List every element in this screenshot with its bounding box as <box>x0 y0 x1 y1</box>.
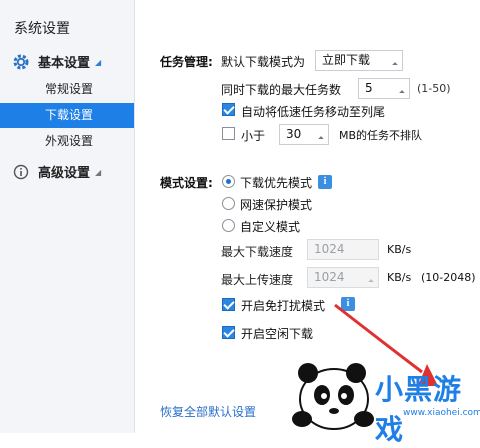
mode-radio-speed-protect[interactable] <box>222 197 235 210</box>
watermark-url: www.xiaohei.com <box>403 408 480 418</box>
sidebar-group-label: 基本设置 <box>38 56 91 71</box>
max-tasks-select[interactable]: 5 <box>358 78 410 99</box>
sidebar-title: 系统设置 <box>14 21 70 37</box>
sidebar-group-basic[interactable]: 基本设置 ◢ <box>12 52 101 71</box>
no-disturb-label: 开启免打扰模式 <box>241 299 326 313</box>
mode-radio-download-priority[interactable] <box>222 175 235 188</box>
mode-radio-custom[interactable] <box>222 219 235 232</box>
sidebar-item-download[interactable]: 下载设置 <box>0 103 134 128</box>
mode-label-speed-protect: 网速保护模式 <box>240 198 313 212</box>
max-tasks-range: (1-50) <box>417 82 451 95</box>
less-than-suffix: MB的任务不排队 <box>339 129 423 142</box>
sidebar-item-general[interactable]: 常规设置 <box>0 77 134 102</box>
max-download-label: 最大下载速度 <box>221 245 294 259</box>
idle-download-checkbox[interactable] <box>222 326 235 339</box>
auto-move-checkbox[interactable] <box>222 103 235 116</box>
panda-mascot-icon <box>292 363 374 430</box>
default-mode-label: 默认下载模式为 <box>221 55 306 69</box>
mode-section-label: 模式设置: <box>160 176 213 190</box>
max-tasks-value: 5 <box>365 81 373 95</box>
max-download-unit: KB/s <box>387 243 412 256</box>
max-upload-range: (10-2048) <box>421 271 476 284</box>
auto-move-label: 自动将低速任务移动至列尾 <box>241 105 386 119</box>
max-upload-label: 最大上传速度 <box>221 273 294 287</box>
max-upload-select[interactable]: 1024 <box>307 267 379 288</box>
default-mode-select[interactable]: 立即下载 <box>315 50 403 71</box>
dropdown-caret-icon <box>318 136 324 142</box>
info-circle-icon <box>12 163 30 181</box>
less-than-label: 小于 <box>241 129 266 143</box>
mode-label-download-priority: 下载优先模式 <box>240 176 313 190</box>
idle-download-label: 开启空闲下载 <box>241 327 314 341</box>
less-than-select[interactable]: 30 <box>279 124 329 145</box>
sidebar-group-advanced[interactable]: 高级设置 ◢ <box>12 162 101 181</box>
sidebar-item-appearance[interactable]: 外观设置 <box>0 129 134 154</box>
sidebar-group-label: 高级设置 <box>38 166 91 181</box>
task-section-label: 任务管理: <box>160 55 213 69</box>
mode-label-custom: 自定义模式 <box>240 220 301 234</box>
dropdown-caret-icon <box>392 62 398 68</box>
default-mode-value: 立即下载 <box>322 53 371 67</box>
expand-triangle-icon: ◢ <box>95 168 102 177</box>
dropdown-caret-icon <box>368 279 374 285</box>
max-download-input[interactable]: 1024 <box>307 239 379 260</box>
no-disturb-checkbox[interactable] <box>222 298 235 311</box>
settings-sidebar: 系统设置 基本设置 ◢ 常规设置 下载设置 外观设置 高级设置 ◢ <box>0 0 135 433</box>
less-than-checkbox[interactable] <box>222 127 235 140</box>
info-icon[interactable]: i <box>318 175 332 189</box>
less-than-value: 30 <box>286 127 302 141</box>
expand-triangle-icon: ◢ <box>95 58 102 67</box>
max-tasks-label: 同时下载的最大任务数 <box>221 83 342 97</box>
gear-icon <box>12 53 30 71</box>
max-download-value: 1024 <box>314 242 345 256</box>
dropdown-caret-icon <box>399 90 405 96</box>
max-upload-unit: KB/s <box>387 271 412 284</box>
restore-defaults-link[interactable]: 恢复全部默认设置 <box>160 403 256 420</box>
max-upload-value: 1024 <box>314 270 345 284</box>
